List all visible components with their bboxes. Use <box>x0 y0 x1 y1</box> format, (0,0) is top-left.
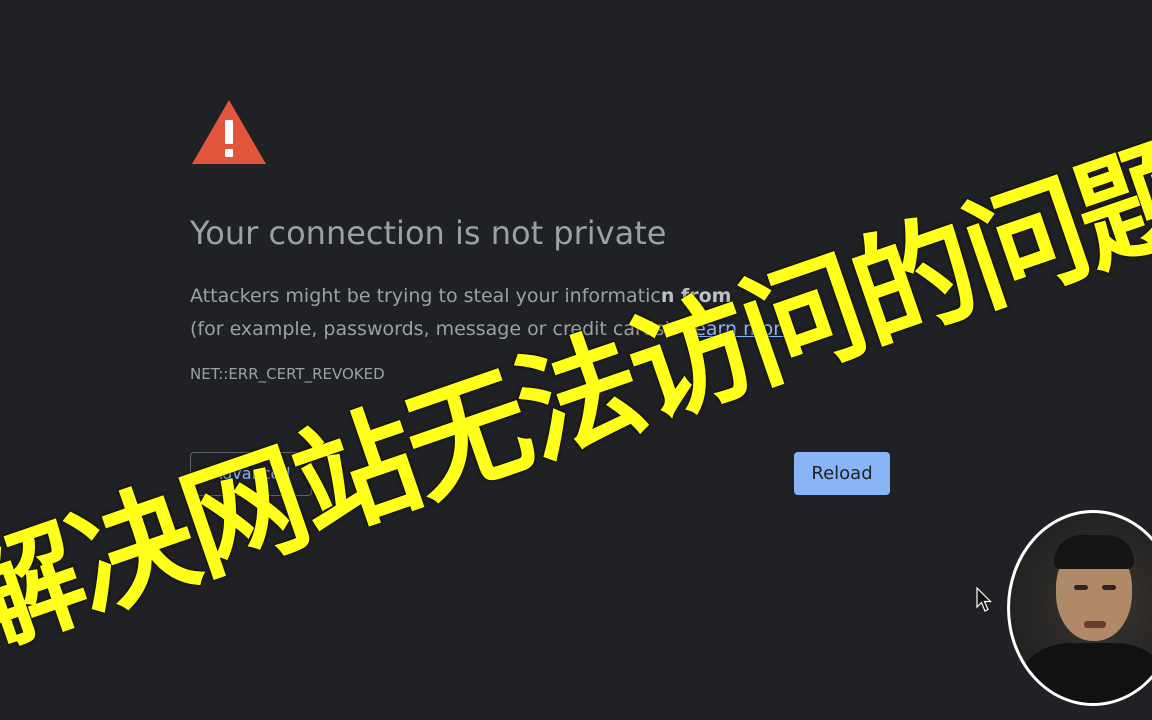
webcam-eye-left <box>1074 585 1088 590</box>
webcam-mouth <box>1084 621 1106 628</box>
warning-triangle-icon <box>190 98 268 166</box>
webcam-overlay <box>1007 510 1152 706</box>
page-title: Your connection is not private <box>190 214 667 252</box>
webcam-shoulders <box>1010 643 1152 703</box>
webcam-eye-right <box>1102 585 1116 590</box>
browser-viewport: Your connection is not private Attackers… <box>0 0 1152 720</box>
mouse-pointer-icon <box>976 586 992 613</box>
webcam-hair <box>1054 535 1134 569</box>
reload-button[interactable]: Reload <box>794 452 890 495</box>
